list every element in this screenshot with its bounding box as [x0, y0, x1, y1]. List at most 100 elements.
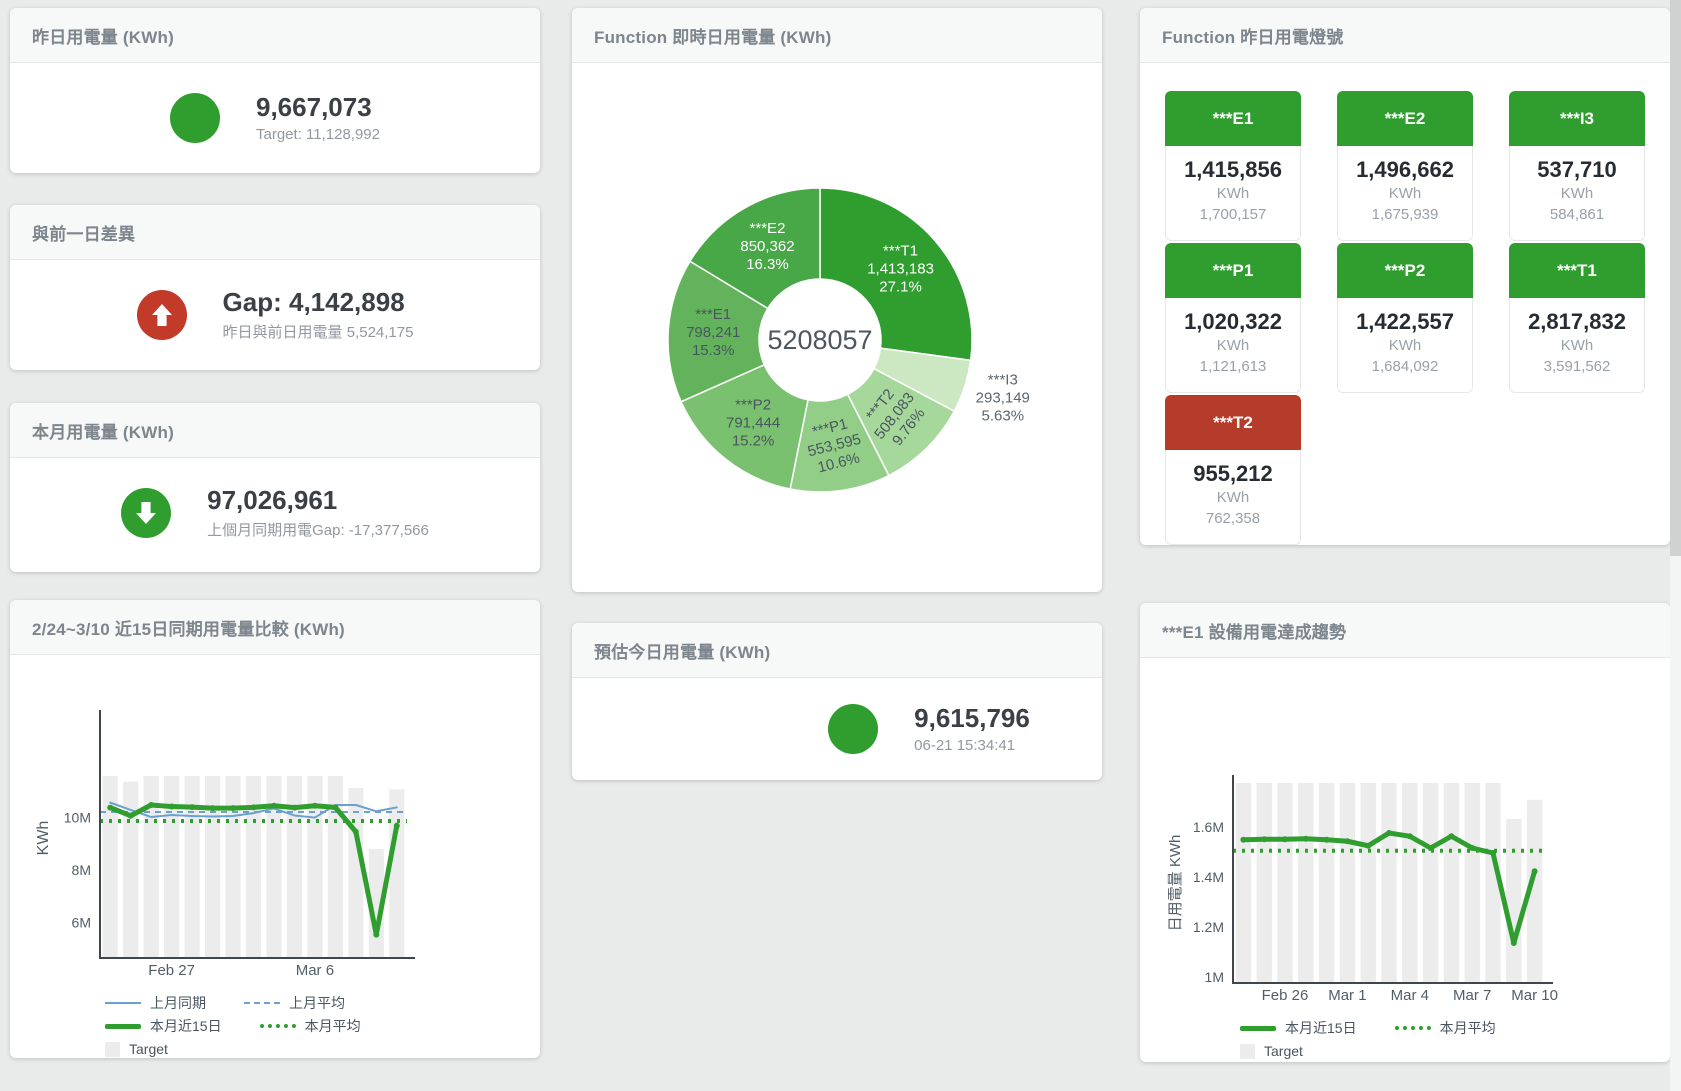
arrow-down-circle-icon: [121, 488, 171, 538]
tile-value: 1,422,557: [1338, 309, 1472, 335]
x-tick-label: Feb 27: [148, 962, 195, 979]
tile-unit: KWh: [1338, 183, 1472, 204]
legend-item-square[interactable]: Target: [105, 1041, 168, 1057]
y-tick-label: 10M: [64, 810, 91, 826]
function-tile-E2: ***E21,496,662KWh1,675,939: [1337, 91, 1473, 231]
card-estimate-today: 預估今日用電量 (KWh) 9,615,796 06-21 15:34:41: [572, 623, 1102, 780]
x-tick-label: Mar 4: [1391, 987, 1429, 1004]
stat-text: Gap: 4,142,898 昨日與前日用電量 5,524,175: [223, 287, 414, 342]
tile-body: 1,496,662KWh1,675,939: [1337, 146, 1473, 241]
up-arrow-icon: [147, 300, 177, 330]
tile-status-header: ***T2: [1165, 395, 1301, 450]
card-header: 2/24~3/10 近15日同期用電量比較 (KWh): [10, 600, 540, 655]
status-circle-icon: [170, 93, 220, 143]
tile-value: 537,710: [1510, 157, 1644, 183]
down-arrow-icon: [131, 498, 161, 528]
stat-text: 9,667,073 Target: 11,128,992: [256, 92, 380, 143]
legend-row: 本月近15日 本月平均: [105, 1015, 540, 1037]
card-title: 昨日用電量 (KWh): [32, 23, 174, 48]
legend-item-dotted[interactable]: 本月平均: [260, 1016, 361, 1036]
tile-status-header: ***T1: [1509, 243, 1645, 298]
legend-item-thick[interactable]: 本月近15日: [1240, 1018, 1357, 1038]
card-title: 與前一日差異: [32, 220, 135, 245]
card-day-gap: 與前一日差異 Gap: 4,142,898 昨日與前日用電量 5,524,175: [10, 205, 540, 370]
function-tile-I3: ***I3537,710KWh584,861: [1509, 91, 1645, 231]
legend-label: 本月平均: [305, 1016, 361, 1036]
tile-target: 762,358: [1166, 508, 1300, 529]
function-tile-P2: ***P21,422,557KWh1,684,092: [1337, 243, 1473, 383]
legend-swatch-thick-icon: [1240, 1026, 1276, 1031]
legend-swatch-dotted-icon: [1395, 1026, 1431, 1030]
tile-body: 2,817,832KWh3,591,562: [1509, 298, 1645, 393]
legend-row: 本月近15日 本月平均: [1240, 1017, 1670, 1039]
y-tick-label: 1M: [1205, 969, 1224, 985]
estimate-timestamp: 06-21 15:34:41: [914, 737, 1030, 754]
card-yesterday-usage: 昨日用電量 (KWh) 9,667,073 Target: 11,128,992: [10, 8, 540, 173]
legend-swatch-square-icon: [1240, 1044, 1255, 1059]
tile-status-header: ***E1: [1165, 91, 1301, 146]
legend-item-dashed[interactable]: 上月平均: [244, 993, 345, 1013]
stat-row: 9,667,073 Target: 11,128,992: [10, 63, 540, 172]
tile-body: 1,422,557KWh1,684,092: [1337, 298, 1473, 393]
month-usage-gap: 上個月同期用電Gap: -17,377,566: [207, 519, 429, 540]
card-header: 與前一日差異: [10, 205, 540, 260]
stat-text: 97,026,961 上個月同期用電Gap: -17,377,566: [207, 485, 429, 540]
legend-label: 上月同期: [150, 993, 206, 1013]
month-usage-value: 97,026,961: [207, 485, 429, 516]
yesterday-usage-target: Target: 11,128,992: [256, 126, 380, 143]
target-bars: [1236, 783, 1543, 983]
legend-label: Target: [129, 1041, 168, 1057]
scrollbar-thumb[interactable]: [1670, 0, 1681, 556]
legend-item-thick[interactable]: 本月近15日: [105, 1016, 222, 1036]
legend-label: Target: [1264, 1043, 1303, 1059]
legend-swatch-thick-icon: [105, 1024, 141, 1029]
vertical-scrollbar[interactable]: [1670, 0, 1681, 1091]
y-tick-label: 8M: [72, 862, 91, 878]
arrow-up-circle-icon: [137, 290, 187, 340]
tile-value: 1,020,322: [1166, 309, 1300, 335]
trend-chart-legend: 本月近15日 本月平均 Target: [1140, 1017, 1670, 1062]
function-tile-T1: ***T12,817,832KWh3,591,562: [1509, 243, 1645, 383]
donut-center-total: 5208057: [767, 325, 872, 355]
donut-label-I3: ***I3293,1495.63%: [976, 372, 1030, 425]
tile-target: 1,675,939: [1338, 204, 1472, 225]
function-tiles-grid: ***E11,415,856KWh1,700,157 ***E21,496,662…: [1140, 63, 1670, 535]
legend-row: Target: [1240, 1040, 1670, 1062]
tile-value: 2,817,832: [1510, 309, 1644, 335]
legend-label: 本月平均: [1440, 1018, 1496, 1038]
x-tick-label: Mar 6: [296, 962, 334, 979]
tile-unit: KWh: [1510, 183, 1644, 204]
tile-unit: KWh: [1510, 335, 1644, 356]
card-lamp-board: Function 昨日用電燈號 ***E11,415,856KWh1,700,1…: [1140, 8, 1670, 545]
compare-chart-svg: 6M8M10MFeb 27Mar 6KWh: [10, 655, 540, 981]
card-header: 本月用電量 (KWh): [10, 403, 540, 458]
legend-item-line[interactable]: 上月同期: [105, 993, 206, 1013]
card-month-usage: 本月用電量 (KWh) 97,026,961 上個月同期用電Gap: -17,3…: [10, 403, 540, 572]
stat-row: Gap: 4,142,898 昨日與前日用電量 5,524,175: [10, 260, 540, 369]
legend-item-dotted[interactable]: 本月平均: [1395, 1018, 1496, 1038]
status-circle-icon: [828, 704, 878, 754]
function-tile-E1: ***E11,415,856KWh1,700,157: [1165, 91, 1301, 231]
y-axis-title: 日用電量 KWh: [1167, 835, 1184, 932]
card-title: ***E1 設備用電達成趨勢: [1162, 618, 1346, 643]
x-tick-label: Feb 26: [1262, 987, 1309, 1004]
legend-row: Target: [105, 1038, 540, 1058]
card-header: Function 即時日用電量 (KWh): [572, 8, 1102, 63]
tile-body: 537,710KWh584,861: [1509, 146, 1645, 241]
y-tick-label: 6M: [72, 914, 91, 930]
yesterday-usage-value: 9,667,073: [256, 92, 380, 123]
stat-text: 9,615,796 06-21 15:34:41: [914, 703, 1030, 754]
tile-unit: KWh: [1166, 183, 1300, 204]
trend-chart-svg: 1M1.2M1.4M1.6MFeb 26Mar 1Mar 4Mar 7Mar 1…: [1140, 658, 1670, 1006]
day-gap-value: Gap: 4,142,898: [223, 287, 414, 318]
tile-value: 1,496,662: [1338, 157, 1472, 183]
card-header: Function 昨日用電燈號: [1140, 8, 1670, 63]
card-title: Function 昨日用電燈號: [1162, 23, 1343, 48]
tile-target: 1,700,157: [1166, 204, 1300, 225]
legend-swatch-square-icon: [105, 1042, 120, 1057]
legend-item-square[interactable]: Target: [1240, 1043, 1303, 1059]
card-realtime-donut: Function 即時日用電量 (KWh) ***T11,413,18327.1…: [572, 8, 1102, 592]
card-trend-chart: ***E1 設備用電達成趨勢 1M1.2M1.4M1.6MFeb 26Mar 1…: [1140, 603, 1670, 1062]
donut-chart-svg: ***T11,413,18327.1%***I3293,1495.63%***T…: [572, 63, 1102, 592]
tile-status-header: ***P2: [1337, 243, 1473, 298]
